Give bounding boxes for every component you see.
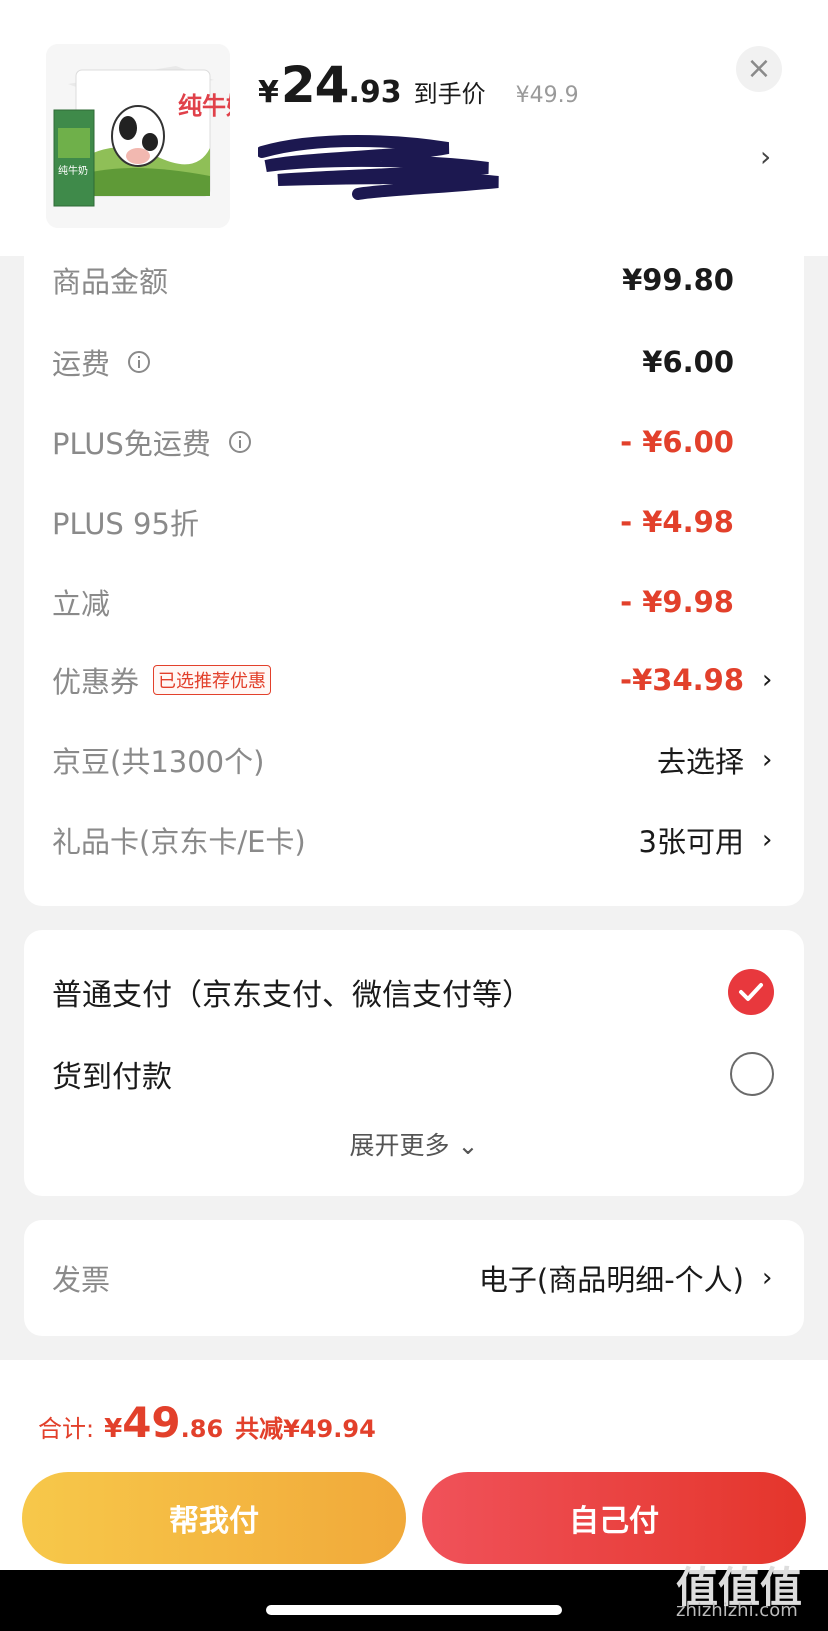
detail-row-shipping: 运费 ¥6.00	[24, 332, 804, 392]
instant-discount-value: - ¥9.98	[620, 585, 734, 619]
svg-text:纯牛奶: 纯牛奶	[178, 92, 230, 120]
total-yen-symbol: ¥	[104, 1414, 123, 1444]
gift-card-value: 3张可用	[638, 825, 744, 859]
detail-row-coupon[interactable]: 优惠券 已选推荐优惠 -¥34.98 ›	[24, 650, 804, 710]
goods-amount-value: ¥99.80	[622, 263, 734, 297]
coupon-recommended-tag: 已选推荐优惠	[153, 665, 272, 695]
jd-beans-label: 京豆(共1300个)	[52, 745, 265, 779]
help-me-pay-button[interactable]: 帮我付	[22, 1472, 406, 1564]
plus-free-shipping-info-icon[interactable]	[228, 431, 251, 453]
payment-option-cod-label: 货到付款	[52, 1060, 172, 1095]
coupon-label: 优惠券	[52, 665, 140, 699]
detail-row-plus-discount: PLUS 95折 - ¥4.98	[24, 492, 804, 552]
total-summary: 合计: ¥ 49 .86 共减¥49.94	[38, 1398, 376, 1447]
expand-more-button[interactable]: 展开更多 ⌄	[0, 1126, 828, 1162]
price-decimal: .93	[348, 75, 402, 110]
svg-text:纯牛奶: 纯牛奶	[58, 164, 88, 177]
plus-free-shipping-value: - ¥6.00	[620, 425, 734, 459]
redaction-scribble	[258, 135, 499, 200]
price-integer: 24	[280, 56, 350, 114]
payment-option-cod[interactable]: 货到付款	[24, 1044, 804, 1104]
detail-row-jd-beans[interactable]: 京豆(共1300个) 去选择 ›	[24, 730, 804, 790]
shipping-value: ¥6.00	[642, 345, 734, 379]
chevron-down-icon: ⌄	[457, 1131, 479, 1160]
total-label: 合计:	[38, 1415, 95, 1443]
plus-discount-label: PLUS 95折	[52, 507, 199, 541]
original-price: ¥49.9	[515, 83, 579, 108]
price-row: ¥ 24 .93 到手价 ¥49.9	[258, 56, 579, 116]
watermark-url: zhizhizhi.com	[676, 1600, 798, 1621]
pay-myself-button[interactable]: 自己付	[422, 1472, 806, 1564]
coupon-value: -¥34.98	[620, 663, 744, 697]
detail-row-goods-amount: 商品金额 ¥99.80	[24, 250, 804, 310]
invoice-chevron-icon: ›	[762, 1263, 773, 1293]
invoice-card[interactable]: 发票 电子(商品明细-个人) ›	[24, 1220, 804, 1336]
invoice-row[interactable]: 发票 电子(商品明细-个人) ›	[24, 1248, 804, 1308]
detail-row-instant-discount: 立减 - ¥9.98	[24, 572, 804, 632]
expand-more-label: 展开更多	[349, 1131, 450, 1160]
plus-discount-value: - ¥4.98	[620, 505, 734, 539]
product-thumbnail[interactable]: 纯牛奶 纯牛奶	[46, 44, 230, 228]
milk-box-image: 纯牛奶 纯牛奶	[46, 44, 230, 228]
total-integer: 49	[122, 1398, 181, 1447]
price-yen-symbol: ¥	[258, 75, 279, 110]
total-saved: 共减¥49.94	[235, 1415, 376, 1443]
close-icon: ×	[746, 51, 772, 86]
invoice-value: 电子(商品明细-个人)	[478, 1263, 744, 1297]
detail-row-plus-free-shipping: PLUS免运费 - ¥6.00	[24, 412, 804, 472]
gift-card-chevron-icon: ›	[762, 825, 773, 855]
home-indicator[interactable]	[266, 1605, 562, 1615]
payment-option-normal-label: 普通支付（京东支付、微信支付等）	[52, 978, 532, 1013]
shipping-label: 运费	[52, 347, 111, 381]
radio-unselected-icon[interactable]	[730, 1052, 774, 1096]
total-decimal: .86	[180, 1415, 224, 1443]
coupon-chevron-icon: ›	[762, 665, 773, 695]
goods-amount-label: 商品金额	[52, 265, 169, 299]
invoice-label: 发票	[52, 1263, 111, 1297]
jd-beans-value: 去选择	[656, 745, 744, 779]
payment-option-normal[interactable]: 普通支付（京东支付、微信支付等）	[24, 962, 804, 1022]
product-detail-chevron-icon[interactable]: ›	[760, 140, 771, 173]
detail-row-gift-card[interactable]: 礼品卡(京东卡/E卡) 3张可用 ›	[24, 810, 804, 870]
jd-beans-chevron-icon: ›	[762, 745, 773, 775]
price-details-card: 商品金额 ¥99.80 运费 ¥6.00 PLUS免运费 - ¥6.00 PLU…	[24, 246, 804, 906]
plus-free-shipping-label: PLUS免运费	[52, 427, 211, 461]
shipping-info-icon[interactable]	[128, 351, 151, 373]
close-button[interactable]: ×	[736, 46, 782, 92]
checkmark-selected-icon[interactable]	[728, 969, 774, 1015]
instant-discount-label: 立减	[52, 587, 111, 621]
price-label: 到手价	[413, 80, 486, 108]
gift-card-label: 礼品卡(京东卡/E卡)	[52, 825, 306, 859]
